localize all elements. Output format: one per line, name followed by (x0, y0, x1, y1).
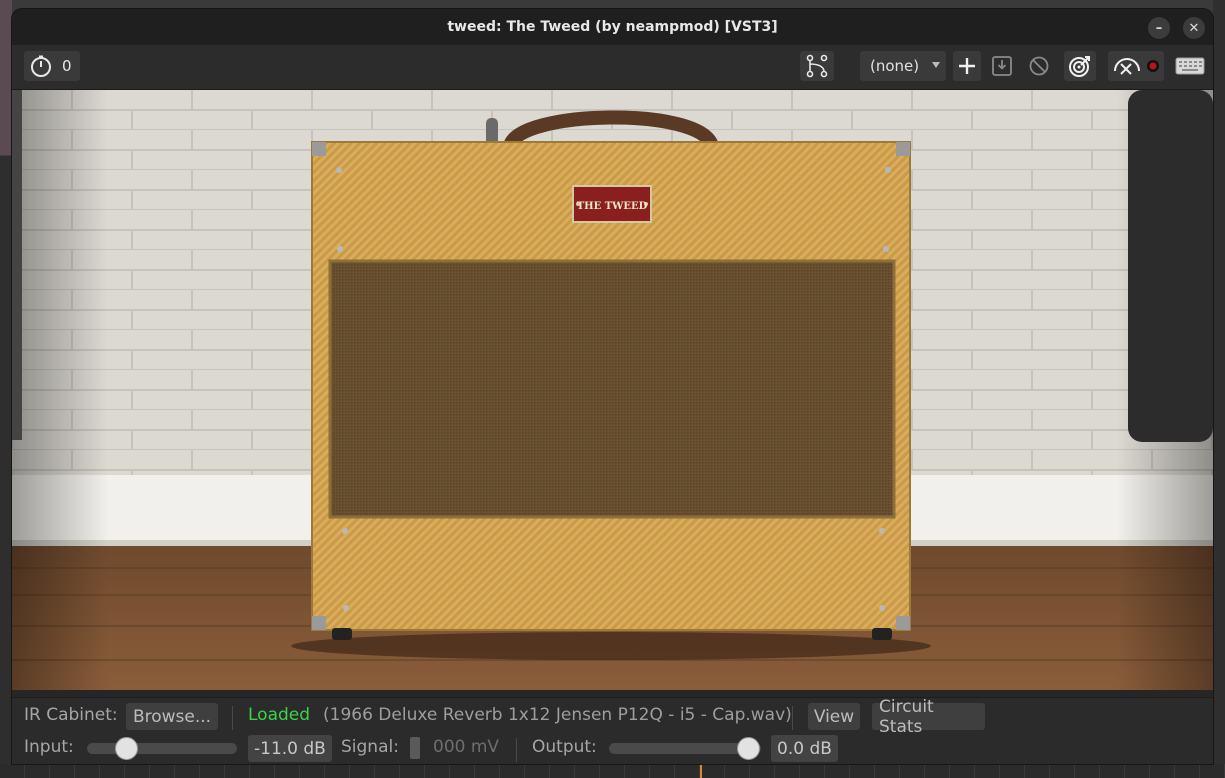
signal-meter (410, 737, 420, 759)
keyboard-button[interactable] (1172, 51, 1208, 81)
desktop-background-right (1213, 0, 1225, 778)
save-preset-button[interactable] (987, 51, 1017, 81)
side-speaker (1128, 90, 1213, 442)
close-button[interactable]: ✕ (1183, 17, 1205, 39)
preset-select[interactable]: (none) (860, 51, 946, 81)
ir-file-name: (1966 Deluxe Reverb 1x12 Jensen P12Q - i… (323, 705, 792, 725)
input-label: Input: (24, 737, 74, 757)
prohibited-icon (1029, 56, 1049, 76)
record-icon (1147, 60, 1159, 72)
input-value[interactable]: -11.0 dB (248, 735, 332, 762)
save-icon (992, 56, 1012, 76)
target-icon (1069, 56, 1090, 77)
latency-button[interactable] (1064, 51, 1096, 81)
signal-label: Signal: (341, 737, 399, 757)
plugin-window: tweed: The Tweed (by neampmod) [VST3] – … (12, 9, 1213, 764)
amp-scene: THE TWEED (12, 90, 1213, 690)
cpu-load-button[interactable]: 0 (24, 51, 80, 81)
desktop-timeline-strip (0, 764, 1225, 778)
routing-button[interactable] (800, 51, 834, 81)
ir-cabinet-label: IR Cabinet: (24, 705, 118, 725)
output-slider[interactable] (609, 737, 761, 760)
plugin-editor-area: THE TWEED (12, 90, 1213, 690)
monitor-button[interactable] (1108, 51, 1164, 81)
timer-icon (31, 55, 51, 77)
amp-grille (328, 259, 896, 519)
divider (516, 738, 517, 762)
output-label: Output: (532, 737, 597, 757)
preset-select-value: (none) (870, 57, 920, 75)
chevron-down-icon (932, 62, 940, 68)
divider (232, 706, 233, 730)
amp-badge-text: THE TWEED (577, 201, 648, 212)
plus-icon (959, 58, 975, 74)
ir-status: Loaded (248, 705, 311, 725)
input-slider-thumb[interactable] (115, 737, 138, 760)
bypass-button[interactable] (1024, 51, 1054, 81)
desktop-background-left (0, 0, 12, 778)
close-icon: ✕ (1188, 20, 1200, 36)
output-slider-thumb[interactable] (737, 737, 760, 760)
window-title: tweed: The Tweed (by neampmod) [VST3] (447, 19, 778, 35)
output-value[interactable]: 0.0 dB (771, 735, 838, 762)
input-slider[interactable] (87, 737, 237, 760)
levels-row: Input: -11.0 dB Signal: 000 mV Output: 0… (12, 733, 1213, 764)
plugin-toolbar: 0 (none) (12, 45, 1213, 90)
playhead (700, 764, 702, 778)
routing-icon (806, 54, 828, 78)
divider (792, 706, 793, 730)
bottom-control-bar: IR Cabinet: Browse... Loaded (1966 Delux… (12, 697, 1213, 764)
circuit-stats-button[interactable]: Circuit Stats (872, 697, 985, 737)
keyboard-icon (1175, 57, 1205, 75)
ir-row: IR Cabinet: Browse... Loaded (1966 Delux… (12, 697, 1213, 737)
minimize-button[interactable]: – (1148, 17, 1170, 39)
view-button[interactable]: View (808, 703, 860, 730)
gauge-icon (1114, 58, 1140, 75)
browse-button[interactable]: Browse... (126, 703, 218, 730)
add-preset-button[interactable] (953, 51, 981, 81)
signal-value: 000 mV (433, 737, 500, 757)
title-bar[interactable]: tweed: The Tweed (by neampmod) [VST3] – … (12, 9, 1213, 45)
cpu-load-value: 0 (62, 57, 72, 75)
minimize-icon: – (1155, 20, 1163, 36)
